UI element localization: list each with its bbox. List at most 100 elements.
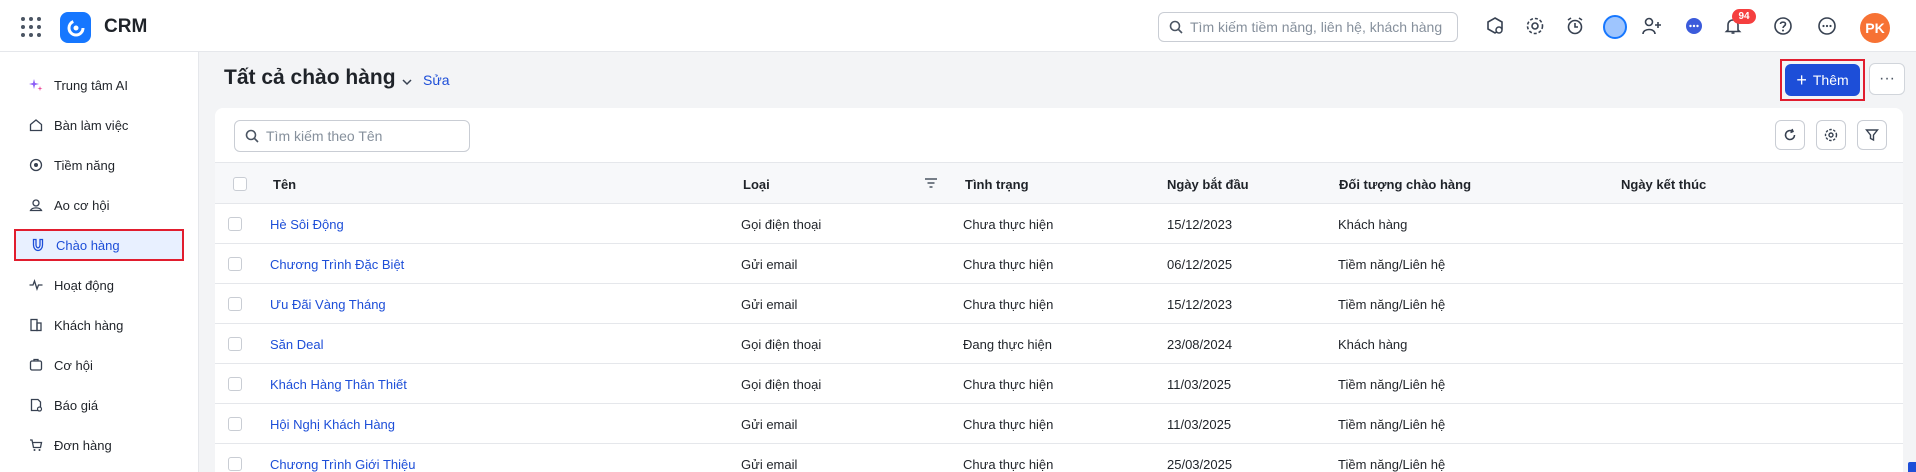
- target-icon: [28, 157, 44, 173]
- cell-target: Tiềm năng/Liên hệ: [1338, 377, 1446, 392]
- cell-status: Chưa thực hiện: [963, 417, 1054, 432]
- sidebar-item-activities[interactable]: Hoạt động: [14, 269, 184, 301]
- cell-name[interactable]: Khách Hàng Thân Thiết: [270, 377, 407, 392]
- add-user-icon[interactable]: [1641, 15, 1663, 37]
- row-checkbox[interactable]: [228, 217, 242, 231]
- column-filter-icon[interactable]: [924, 176, 938, 195]
- cube-search-icon[interactable]: [1484, 15, 1506, 37]
- settings-gear-icon[interactable]: [1524, 15, 1546, 37]
- cell-name[interactable]: Hè Sôi Động: [270, 217, 344, 232]
- refresh-button[interactable]: [1775, 120, 1805, 150]
- sidebar-item-orders[interactable]: Đơn hàng: [14, 429, 184, 461]
- list-search-placeholder: Tìm kiếm theo Tên: [266, 128, 383, 144]
- cell-type: Gửi email: [741, 297, 798, 312]
- cell-name[interactable]: Chương Trình Đặc Biệt: [270, 257, 404, 272]
- sidebar-item-label: Hoạt động: [54, 277, 114, 293]
- cell-status: Chưa thực hiện: [963, 297, 1054, 312]
- cell-start-date: 06/12/2025: [1167, 257, 1233, 272]
- activity-icon: [28, 277, 44, 293]
- cell-target: Tiềm năng/Liên hệ: [1338, 297, 1446, 312]
- cell-type: Gọi điện thoại: [741, 377, 822, 392]
- filter-button[interactable]: [1857, 120, 1887, 150]
- cell-type: Gọi điện thoại: [741, 337, 822, 352]
- cell-status: Chưa thực hiện: [963, 377, 1054, 392]
- cell-start-date: 15/12/2023: [1167, 217, 1233, 232]
- plus-icon: +: [1796, 70, 1807, 90]
- top-bar: CRM Tìm kiếm tiềm năng, liên hệ, khách h…: [0, 0, 1916, 52]
- help-icon[interactable]: [1772, 15, 1794, 37]
- column-header-target[interactable]: Đối tượng chào hàng: [1339, 177, 1471, 192]
- sidebar-item-label: Báo giá: [54, 397, 99, 413]
- select-all-checkbox[interactable]: [233, 177, 247, 191]
- add-button-highlight: + Thêm: [1780, 59, 1865, 101]
- building-icon: [28, 317, 44, 333]
- column-header-status[interactable]: Tình trạng: [965, 177, 1029, 192]
- table-row[interactable]: Hè Sôi Động Gọi điện thoại Chưa thực hiện 1…: [215, 204, 1903, 244]
- cell-target: Khách hàng: [1338, 337, 1408, 352]
- cell-type: Gửi email: [741, 257, 798, 272]
- sidebar-item-opportunity-pond[interactable]: Ao cơ hội: [14, 189, 184, 221]
- sidebar-item-leads[interactable]: Tiềm năng: [14, 149, 184, 181]
- user-avatar[interactable]: PK: [1860, 13, 1890, 43]
- global-search-input[interactable]: Tìm kiếm tiềm năng, liên hệ, khách hàng: [1158, 12, 1458, 42]
- cell-name[interactable]: Săn Deal: [270, 337, 323, 352]
- sparkle-icon: [28, 77, 44, 93]
- folder-icon: [28, 357, 44, 373]
- add-button[interactable]: + Thêm: [1785, 64, 1860, 96]
- edit-view-link[interactable]: Sửa: [423, 72, 450, 88]
- row-checkbox[interactable]: [228, 337, 242, 351]
- table-header: Tên Loại Tình trạng Ngày bắt đầu Đối tượ…: [215, 162, 1903, 204]
- cell-status: Chưa thực hiện: [963, 257, 1054, 272]
- cell-start-date: 23/08/2024: [1167, 337, 1233, 352]
- table-row[interactable]: Ưu Đãi Vàng Tháng Gửi email Chưa thực hiện…: [215, 284, 1903, 324]
- cell-status: Chưa thực hiện: [963, 457, 1054, 472]
- row-checkbox[interactable]: [228, 297, 242, 311]
- sidebar-item-campaigns[interactable]: Chào hàng: [14, 229, 184, 261]
- column-settings-button[interactable]: [1816, 120, 1846, 150]
- table-row[interactable]: Khách Hàng Thân Thiết Gọi điện thoại Chưa …: [215, 364, 1903, 404]
- ai-assistant-avatar[interactable]: [1603, 15, 1627, 39]
- table-row[interactable]: Chương Trình Đặc Biệt Gửi email Chưa thực …: [215, 244, 1903, 284]
- chat-icon[interactable]: [1683, 15, 1705, 37]
- column-header-end-date[interactable]: Ngày kết thúc: [1621, 177, 1706, 192]
- list-search-input[interactable]: Tìm kiếm theo Tên: [234, 120, 470, 152]
- table-row[interactable]: Hội Nghị Khách Hàng Gửi email Chưa thực hi…: [215, 404, 1903, 444]
- sidebar-item-label: Chào hàng: [56, 237, 120, 253]
- column-header-type[interactable]: Loại: [743, 177, 770, 192]
- chevron-down-icon[interactable]: [401, 74, 413, 92]
- pond-icon: [28, 197, 44, 213]
- crm-logo[interactable]: [60, 12, 91, 43]
- cell-status: Chưa thực hiện: [963, 217, 1054, 232]
- sidebar-item-ai-center[interactable]: Trung tâm AI: [14, 69, 184, 101]
- more-options-icon[interactable]: [1816, 15, 1838, 37]
- cell-target: Khách hàng: [1338, 217, 1408, 232]
- sidebar-item-label: Tiềm năng: [54, 157, 115, 173]
- row-checkbox[interactable]: [228, 257, 242, 271]
- sidebar-item-workspace[interactable]: Bàn làm việc: [14, 109, 184, 141]
- cell-type: Gửi email: [741, 417, 798, 432]
- global-search-placeholder: Tìm kiếm tiềm năng, liên hệ, khách hàng: [1190, 19, 1443, 35]
- column-header-start-date[interactable]: Ngày bắt đầu: [1167, 177, 1249, 192]
- sidebar-item-opportunities[interactable]: Cơ hội: [14, 349, 184, 381]
- row-checkbox[interactable]: [228, 377, 242, 391]
- table-row[interactable]: Chương Trình Giới Thiệu Gửi email Chưa thự…: [215, 444, 1903, 472]
- cell-name[interactable]: Chương Trình Giới Thiệu: [270, 457, 415, 472]
- cell-name[interactable]: Ưu Đãi Vàng Tháng: [270, 297, 386, 312]
- sidebar-item-customers[interactable]: Khách hàng: [14, 309, 184, 341]
- filter-icon: [1865, 129, 1879, 142]
- app-launcher-icon[interactable]: [21, 17, 41, 37]
- cell-target: Tiềm năng/Liên hệ: [1338, 417, 1446, 432]
- table-row[interactable]: Săn Deal Gọi điện thoại Đang thực hiện 23/0…: [215, 324, 1903, 364]
- list-panel: Tìm kiếm theo Tên Tên Loại Tình trạng Ng…: [215, 108, 1903, 472]
- sidebar-item-label: Bàn làm việc: [54, 117, 129, 133]
- sidebar-item-quotes[interactable]: Báo giá: [14, 389, 184, 421]
- row-checkbox[interactable]: [228, 457, 242, 471]
- column-header-name[interactable]: Tên: [273, 177, 296, 192]
- quote-icon: [28, 397, 44, 413]
- cell-start-date: 15/12/2023: [1167, 297, 1233, 312]
- row-checkbox[interactable]: [228, 417, 242, 431]
- scroll-indicator[interactable]: [1908, 462, 1916, 472]
- more-actions-button[interactable]: ···: [1869, 63, 1905, 95]
- cell-name[interactable]: Hội Nghị Khách Hàng: [270, 417, 395, 432]
- alarm-clock-icon[interactable]: [1564, 15, 1586, 37]
